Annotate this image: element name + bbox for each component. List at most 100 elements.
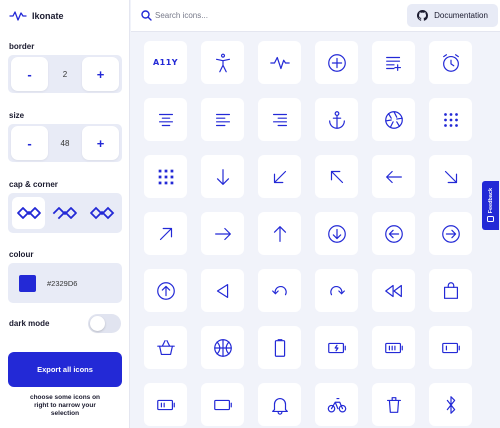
icon-tile-arrow-up[interactable] xyxy=(258,212,301,255)
align-center-icon xyxy=(158,113,173,126)
top-bar: Documentation xyxy=(131,0,500,32)
icon-tile-basketball[interactable] xyxy=(201,326,244,369)
feedback-icon xyxy=(487,216,494,223)
size-decrement-button[interactable]: - xyxy=(11,126,48,160)
icon-tile-add[interactable] xyxy=(315,41,358,84)
icon-tile-bag[interactable] xyxy=(429,269,472,312)
export-all-button[interactable]: Export all icons xyxy=(8,352,122,387)
icon-tile-bell[interactable] xyxy=(258,383,301,426)
size-value: 48 xyxy=(60,138,70,148)
toggle-knob xyxy=(90,316,105,331)
icon-tile-back[interactable] xyxy=(201,269,244,312)
icon-tile-alarm[interactable] xyxy=(429,41,472,84)
cap-option-round-square[interactable] xyxy=(85,197,118,229)
cap-round-square-icon xyxy=(89,206,114,220)
cap-round-round-icon xyxy=(16,207,41,219)
feedback-tab[interactable]: Feedback xyxy=(482,181,499,230)
dark-mode-toggle[interactable] xyxy=(88,314,121,333)
arrow-left-circle-icon xyxy=(384,224,403,243)
icon-tile-apps[interactable] xyxy=(429,98,472,141)
icon-tile-arrow-down[interactable] xyxy=(201,155,244,198)
dark-mode-label: dark mode xyxy=(9,319,50,328)
icon-tile-align-left[interactable] xyxy=(201,98,244,141)
icon-grid: A11Y xyxy=(144,41,474,428)
icon-tile-battery-low[interactable] xyxy=(429,326,472,369)
github-icon xyxy=(417,10,429,21)
back-icon xyxy=(216,283,228,298)
icon-tile-arrow-down-left[interactable] xyxy=(258,155,301,198)
icon-tile-arrow-left[interactable] xyxy=(372,155,415,198)
colour-hex-value[interactable]: #2329D6 xyxy=(47,279,77,288)
anchor-icon xyxy=(328,110,345,129)
battery-charging-icon xyxy=(327,342,346,353)
arrow-up-right-icon xyxy=(159,227,172,240)
icon-tile-arrow-left-circle[interactable] xyxy=(372,212,415,255)
icon-tile-bluetooth[interactable] xyxy=(429,383,472,426)
arrow-right-circle-icon xyxy=(441,224,460,243)
rewind-icon xyxy=(384,284,402,297)
app-title: Ikonate xyxy=(32,11,64,21)
battery-low-icon xyxy=(441,342,460,353)
activity-icon xyxy=(269,56,290,69)
bell-icon xyxy=(271,397,288,415)
apps-icon xyxy=(443,112,458,127)
icon-tile-accessibility[interactable] xyxy=(201,41,244,84)
icon-tile-arrow-up-circle[interactable] xyxy=(144,269,187,312)
icon-tile-arrow-right[interactable] xyxy=(201,212,244,255)
icon-tile-arrow-up-right[interactable] xyxy=(144,212,187,255)
bicycle-icon xyxy=(327,397,346,412)
bag-icon xyxy=(443,281,458,299)
icon-tile-arrow-up-left[interactable] xyxy=(315,155,358,198)
icon-tile-align-right[interactable] xyxy=(258,98,301,141)
icon-tile-apps-alt[interactable] xyxy=(144,155,187,198)
icon-tile-aperture[interactable] xyxy=(372,98,415,141)
border-value: 2 xyxy=(62,69,68,79)
arrow-down-icon xyxy=(216,168,229,185)
icon-tile-add-to-list[interactable] xyxy=(372,41,415,84)
border-stepper: - 2 + xyxy=(8,55,122,93)
icon-tile-activity[interactable] xyxy=(258,41,301,84)
colour-picker[interactable]: #2329D6 xyxy=(8,263,122,303)
icon-tile-forward-alt[interactable] xyxy=(315,269,358,312)
icon-tile-basket[interactable] xyxy=(144,326,187,369)
border-increment-button[interactable]: + xyxy=(81,57,119,91)
colour-swatch[interactable] xyxy=(19,274,36,292)
icon-tile-anchor[interactable] xyxy=(315,98,358,141)
icon-tile-arrow-down-circle[interactable] xyxy=(315,212,358,255)
cap-option-round-round[interactable] xyxy=(12,197,45,229)
app-logo[interactable]: Ikonate xyxy=(9,8,64,24)
icon-tile-back-alt[interactable] xyxy=(258,269,301,312)
arrow-left-icon xyxy=(385,170,402,183)
icon-tile-battery-charging[interactable] xyxy=(315,326,358,369)
icon-tile-arrow-right-circle[interactable] xyxy=(429,212,472,255)
battery-medium-icon xyxy=(156,399,175,410)
size-increment-button[interactable]: + xyxy=(82,126,119,160)
icon-tile-a11y[interactable]: A11Y xyxy=(144,41,187,84)
activity-icon xyxy=(9,11,27,21)
icon-tile-bicycle[interactable] xyxy=(315,383,358,426)
documentation-button[interactable]: Documentation xyxy=(407,4,498,27)
icon-tile-rewind[interactable] xyxy=(372,269,415,312)
cap-corner-selector xyxy=(8,193,122,233)
cap-option-square-round[interactable] xyxy=(49,197,82,229)
bin-icon xyxy=(386,396,401,413)
align-right-icon xyxy=(272,113,287,126)
icon-tile-battery-medium[interactable] xyxy=(144,383,187,426)
cap-square-round-icon xyxy=(52,207,77,220)
icon-tile-bin[interactable] xyxy=(372,383,415,426)
add-to-list-icon xyxy=(385,56,401,71)
arrow-down-circle-icon xyxy=(327,224,346,243)
icon-tile-battery-empty[interactable] xyxy=(201,383,244,426)
add-icon xyxy=(327,53,346,72)
icon-tile-battery[interactable] xyxy=(258,326,301,369)
search-input[interactable] xyxy=(155,9,355,22)
battery-icon xyxy=(274,338,285,357)
bluetooth-icon xyxy=(446,395,455,414)
colour-label: colour xyxy=(9,250,34,259)
arrow-up-left-icon xyxy=(330,170,343,183)
icon-tile-align-center[interactable] xyxy=(144,98,187,141)
icon-tile-battery-full[interactable] xyxy=(372,326,415,369)
icon-tile-arrow-down-right[interactable] xyxy=(429,155,472,198)
battery-full-icon xyxy=(384,342,403,353)
border-decrement-button[interactable]: - xyxy=(11,57,48,91)
